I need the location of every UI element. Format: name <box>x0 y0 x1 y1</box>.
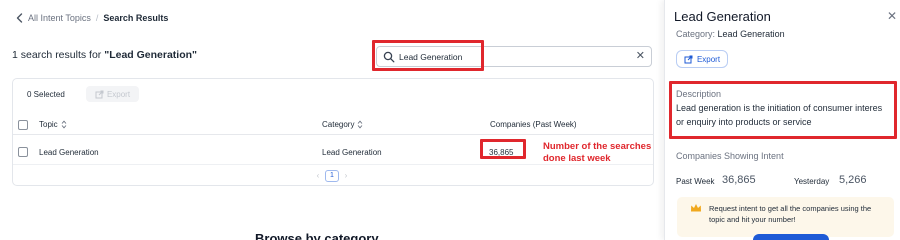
description-line: or enquiry into products or service <box>676 117 812 127</box>
row-checkbox[interactable] <box>18 147 28 157</box>
description-label: Description <box>676 89 722 99</box>
topic-detail-panel: Lead Generation ✕ Category: Lead Generat… <box>664 0 900 240</box>
panel-export-button[interactable]: Export <box>676 50 728 68</box>
sort-icon[interactable] <box>61 120 67 129</box>
column-topic-label: Topic <box>39 120 58 129</box>
results-table: 0 Selected Export Topic Category Compani… <box>12 78 654 186</box>
main-content: All Intent Topics / Search Results 1 sea… <box>0 0 664 240</box>
chevron-left-icon[interactable] <box>15 12 25 24</box>
yesterday-label: Yesterday <box>794 177 830 186</box>
request-intent-button[interactable] <box>753 234 829 240</box>
request-intent-promo: Request intent to get all the companies … <box>677 197 894 237</box>
breadcrumb: All Intent Topics / Search Results <box>15 12 168 24</box>
table-header: Topic Category Companies (Past Week) <box>13 115 653 135</box>
column-category[interactable]: Category <box>322 120 363 129</box>
results-summary: 1 search results for "Lead Generation" <box>12 49 197 61</box>
row-topic[interactable]: Lead Generation <box>39 148 99 157</box>
crown-icon <box>691 204 701 212</box>
category-value: Lead Generation <box>717 29 785 39</box>
past-week-label: Past Week <box>676 177 715 186</box>
selected-count: 0 Selected <box>27 90 65 99</box>
search-box[interactable]: ✕ <box>376 46 652 67</box>
export-label: Export <box>106 89 131 99</box>
page-number-button[interactable]: 1 <box>325 170 339 182</box>
yesterday-value: 5,266 <box>839 174 867 186</box>
intent-section-label: Companies Showing Intent <box>676 151 784 161</box>
next-page-icon[interactable]: › <box>341 170 351 182</box>
annotation-text: Number of the searches done last week <box>543 141 652 164</box>
table-toolbar: 0 Selected Export <box>13 79 653 109</box>
category-label: Category: <box>676 29 716 39</box>
promo-text: Request intent to get all the companies … <box>709 204 872 224</box>
export-icon <box>684 55 693 63</box>
clear-search-icon[interactable]: ✕ <box>636 50 645 63</box>
panel-export-label: Export <box>696 54 721 64</box>
column-companies[interactable]: Companies (Past Week) <box>490 120 577 129</box>
description-line: Lead generation is the initiation of con… <box>676 103 883 113</box>
browse-heading: Browse by category <box>255 231 379 240</box>
panel-category: Category: Lead Generation <box>676 29 785 39</box>
breadcrumb-current: Search Results <box>103 13 169 23</box>
search-input[interactable] <box>399 49 619 65</box>
past-week-value: 36,865 <box>722 174 756 186</box>
column-companies-label: Companies (Past Week) <box>490 120 577 129</box>
export-button-disabled[interactable]: Export <box>86 86 139 102</box>
pagination: ‹ 1 › <box>313 170 351 182</box>
row-category: Lead Generation <box>322 148 382 157</box>
column-topic[interactable]: Topic <box>39 120 67 129</box>
sort-icon[interactable] <box>357 120 363 129</box>
panel-title: Lead Generation <box>674 9 771 24</box>
search-icon <box>383 51 395 63</box>
row-companies: 36,865 <box>489 148 514 157</box>
results-count-text: 1 search results for <box>12 49 102 61</box>
breadcrumb-separator: / <box>95 13 99 23</box>
breadcrumb-link-all-intent-topics[interactable]: All Intent Topics <box>28 13 91 23</box>
export-icon <box>95 90 104 98</box>
select-all-checkbox[interactable] <box>18 120 28 130</box>
close-icon[interactable]: ✕ <box>887 10 897 22</box>
description-text: Lead generation is the initiation of con… <box>676 101 898 129</box>
prev-page-icon[interactable]: ‹ <box>313 170 323 182</box>
results-query: "Lead Generation" <box>104 49 198 61</box>
column-category-label: Category <box>322 120 355 129</box>
